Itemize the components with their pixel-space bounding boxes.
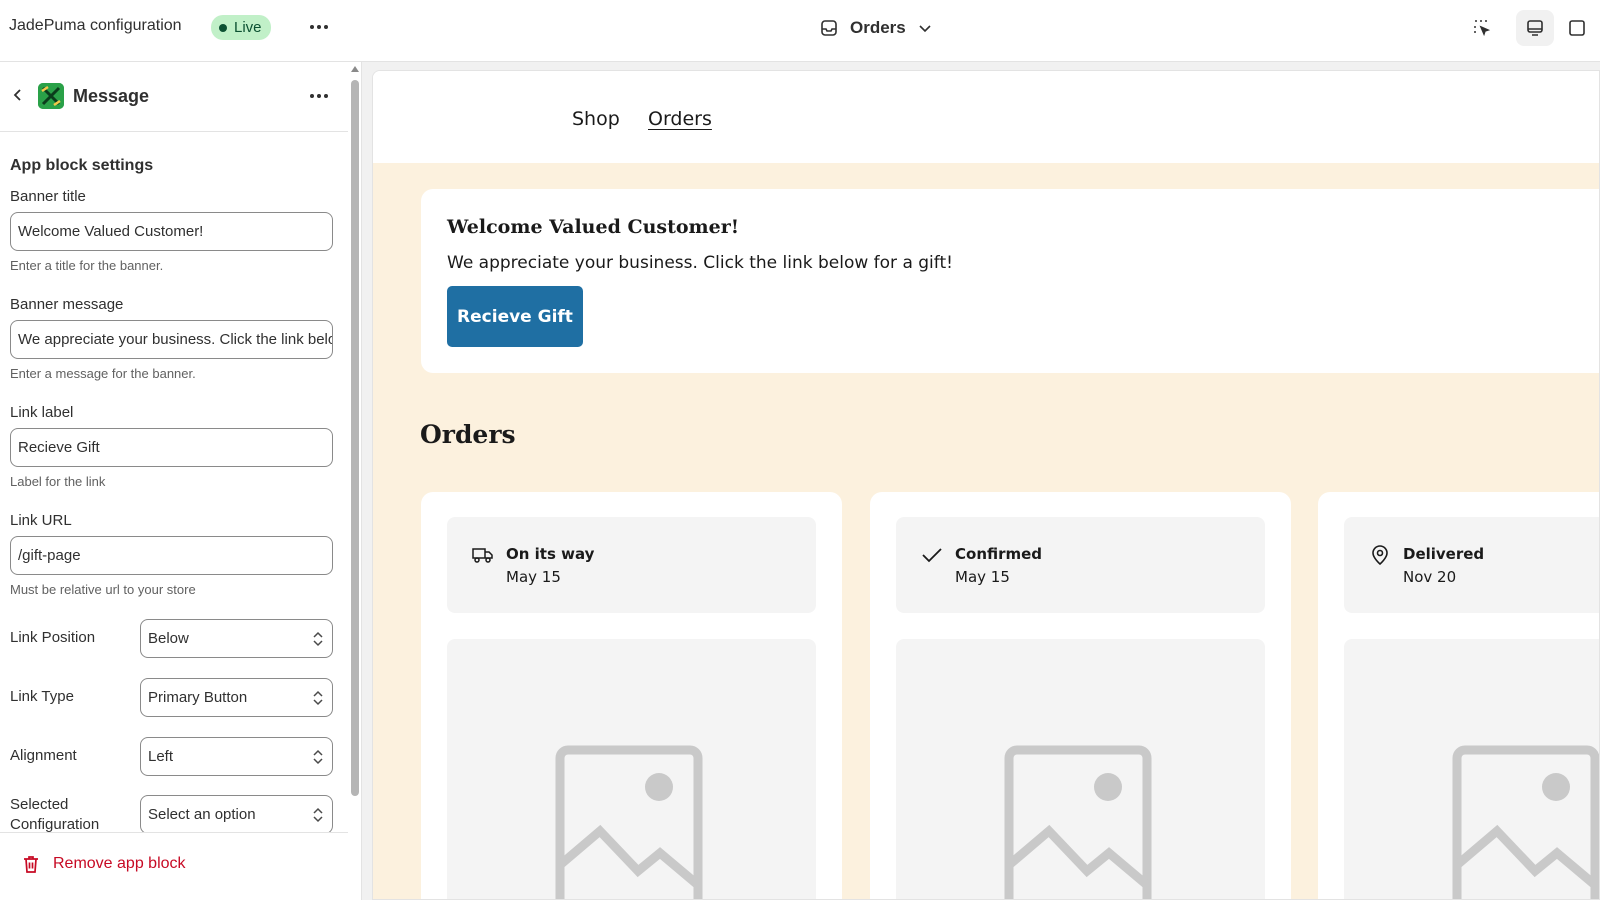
select-chevrons-icon — [311, 747, 325, 767]
link-label-input[interactable]: Recieve Gift — [10, 428, 333, 467]
select-chevrons-icon — [311, 688, 325, 708]
live-status-badge: Live — [211, 15, 271, 40]
link-type-label: Link Type — [10, 688, 74, 705]
banner-title-label: Banner title — [10, 188, 86, 205]
link-type-value: Primary Button — [148, 689, 248, 706]
order-status: Delivered Nov 20 — [1344, 517, 1599, 613]
order-status-label: On its way — [506, 545, 595, 563]
alignment-label: Alignment — [10, 747, 77, 764]
alignment-value: Left — [148, 748, 174, 765]
orders-heading: Orders — [420, 420, 516, 449]
link-url-label: Link URL — [10, 512, 72, 529]
selected-configuration-select[interactable]: Select an option — [140, 795, 333, 834]
nav-link-orders[interactable]: Orders — [648, 108, 712, 130]
product-image-placeholder — [447, 639, 816, 899]
link-url-input[interactable]: /gift-page — [10, 536, 333, 575]
order-status-label: Delivered — [1403, 545, 1485, 563]
app-logo — [38, 83, 64, 109]
settings-sidebar: Message App block settings Banner title … — [0, 62, 362, 900]
order-card[interactable]: Delivered Nov 20 — [1318, 492, 1599, 899]
image-placeholder-icon — [555, 745, 703, 899]
app-title: JadePuma configuration — [9, 17, 182, 34]
preview-frame: Shop Orders Welcome Valued Customer! We … — [372, 70, 1600, 900]
image-placeholder-icon — [1452, 745, 1599, 899]
section-heading: App block settings — [10, 157, 154, 174]
nav-link-shop[interactable]: Shop — [572, 108, 620, 130]
banner-message-input[interactable]: We appreciate your business. Click the l… — [10, 320, 333, 359]
order-status-label: Confirmed — [955, 545, 1043, 563]
fullscreen-view-button[interactable] — [1558, 10, 1596, 46]
order-status-date: Nov 20 — [1403, 568, 1457, 586]
order-card[interactable]: Confirmed May 15 — [870, 492, 1291, 899]
selected-configuration-value: Select an option — [148, 806, 256, 823]
scroll-up-arrow-icon[interactable] — [351, 66, 359, 72]
location-pin-icon — [1368, 543, 1392, 567]
banner-message-help: Enter a message for the banner. — [10, 366, 196, 381]
more-options-button[interactable] — [306, 14, 332, 40]
image-placeholder-icon — [1004, 745, 1152, 899]
sidebar-footer: Remove app block — [0, 832, 348, 900]
product-image-placeholder — [1344, 639, 1599, 899]
link-label-help: Label for the link — [10, 474, 106, 489]
select-chevrons-icon — [311, 805, 325, 825]
product-image-placeholder — [896, 639, 1265, 899]
order-card[interactable]: On its way May 15 — [421, 492, 842, 899]
chevron-left-icon — [13, 89, 21, 101]
fullscreen-icon — [1569, 20, 1585, 36]
live-label: Live — [234, 19, 262, 36]
sidebar-header: Message — [0, 62, 348, 132]
store-nav: Shop Orders — [373, 71, 1599, 163]
order-status: Confirmed May 15 — [896, 517, 1265, 613]
banner-title-help: Enter a title for the banner. — [10, 258, 164, 273]
selected-configuration-label-line1: Selected — [10, 796, 69, 813]
app-logo-icon — [38, 83, 64, 109]
selected-configuration-label: Selected Configuration — [10, 795, 99, 835]
ellipsis-icon — [310, 25, 328, 29]
link-type-select[interactable]: Primary Button — [140, 678, 333, 717]
template-picker[interactable]: Orders — [820, 14, 932, 42]
top-bar: JadePuma configuration Live Orders — [0, 0, 1600, 62]
template-label: Orders — [850, 18, 906, 37]
desktop-icon — [1527, 20, 1543, 36]
inbox-icon — [821, 20, 837, 36]
message-banner: Welcome Valued Customer! We appreciate y… — [421, 189, 1599, 373]
chevron-down-icon — [919, 25, 931, 33]
store-body: Welcome Valued Customer! We appreciate y… — [373, 163, 1599, 899]
desktop-view-button[interactable] — [1516, 10, 1554, 46]
remove-app-block-label: Remove app block — [53, 855, 186, 872]
back-button[interactable] — [6, 84, 28, 106]
banner-title: Welcome Valued Customer! — [447, 216, 740, 238]
checkmark-icon — [920, 543, 944, 567]
select-cursor-icon — [1474, 20, 1491, 37]
order-status-date: May 15 — [955, 568, 1010, 586]
sidebar-scrollbar[interactable] — [348, 62, 362, 900]
link-position-select[interactable]: Below — [140, 619, 333, 658]
link-position-value: Below — [148, 630, 189, 647]
store-preview: Shop Orders Welcome Valued Customer! We … — [362, 62, 1600, 900]
sidebar-title: Message — [73, 86, 150, 106]
scrollbar-thumb[interactable] — [351, 80, 359, 796]
select-chevrons-icon — [311, 629, 325, 649]
inspector-button[interactable] — [1468, 14, 1496, 42]
receive-gift-button[interactable]: Recieve Gift — [447, 286, 583, 347]
link-url-help: Must be relative url to your store — [10, 582, 196, 597]
trash-icon — [24, 856, 38, 873]
banner-message-label: Banner message — [10, 296, 124, 313]
live-dot-icon — [219, 23, 227, 32]
remove-app-block-button[interactable]: Remove app block — [22, 854, 186, 874]
link-label-label: Link label — [10, 404, 74, 421]
block-options-button[interactable] — [306, 83, 332, 109]
ellipsis-icon — [310, 94, 328, 98]
link-position-label: Link Position — [10, 629, 96, 646]
order-status-date: May 15 — [506, 568, 561, 586]
order-status: On its way May 15 — [447, 517, 816, 613]
banner-title-input[interactable]: Welcome Valued Customer! — [10, 212, 333, 251]
banner-message: We appreciate your business. Click the l… — [447, 253, 953, 273]
alignment-select[interactable]: Left — [140, 737, 333, 776]
delivery-truck-icon — [471, 543, 495, 567]
